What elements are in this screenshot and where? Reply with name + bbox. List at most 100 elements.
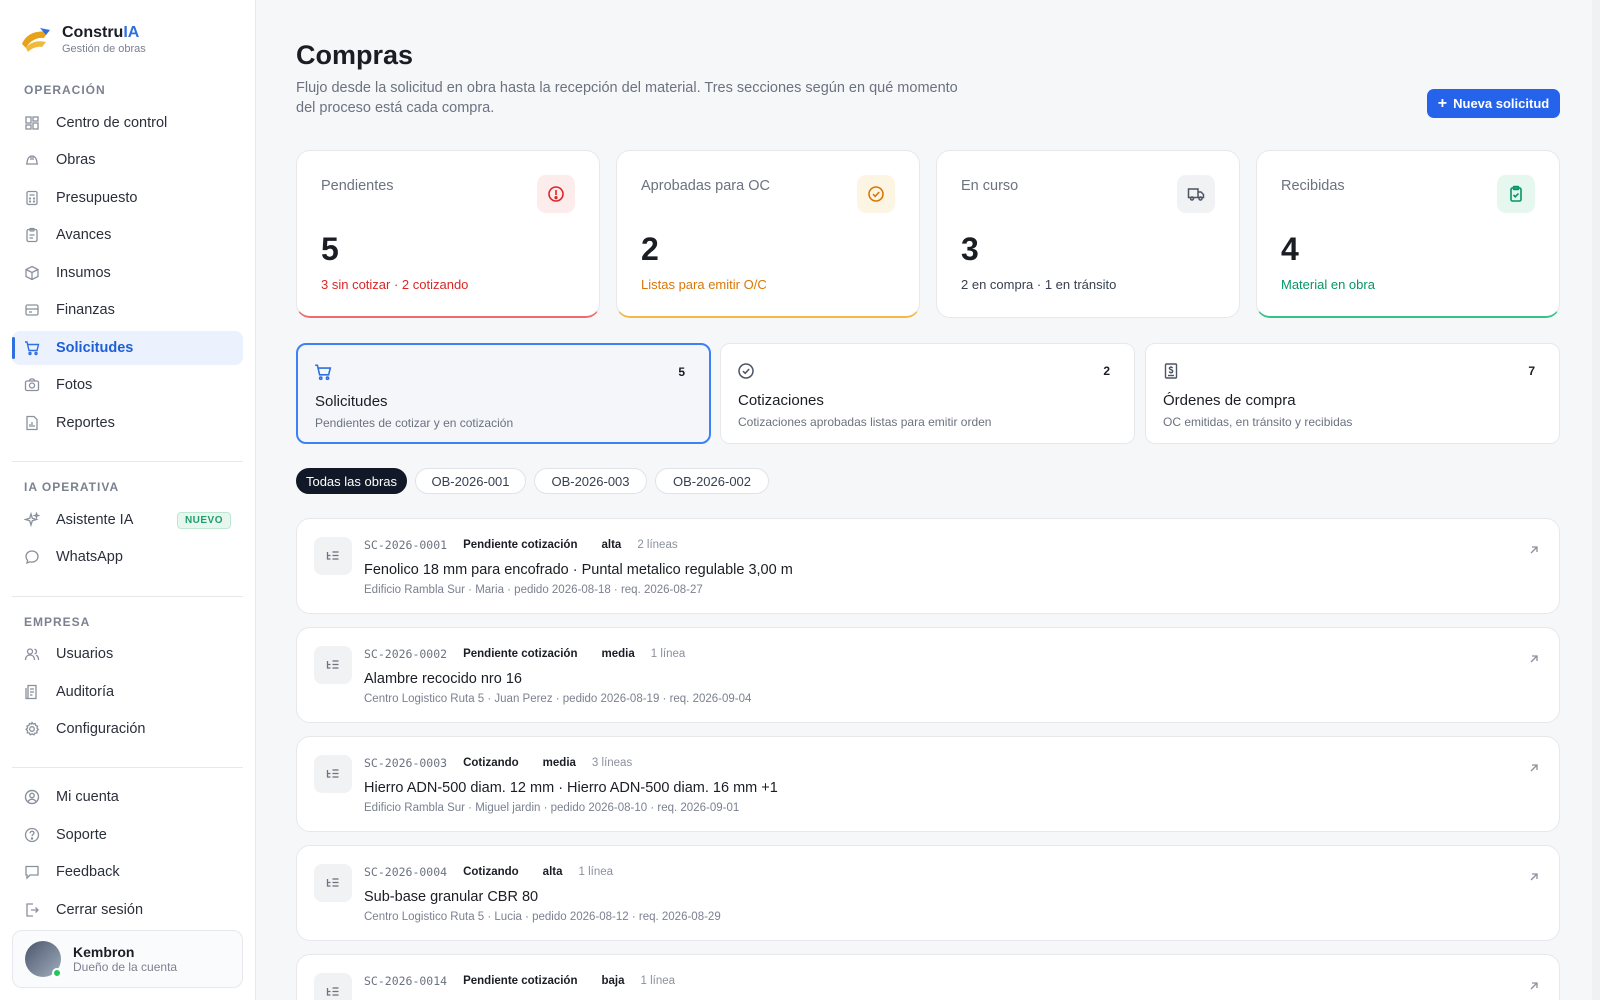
sidebar-item-label: Insumos (56, 265, 111, 281)
stat-subtext: Listas para emitir O/C (641, 277, 767, 292)
sidebar-item-fotos[interactable]: Fotos (12, 368, 243, 402)
new-request-button[interactable]: + Nueva solicitud (1427, 89, 1560, 118)
request-title: Fenolico 18 mm para encofrado · Puntal m… (364, 562, 793, 578)
sidebar-item-label: Cerrar sesión (56, 902, 144, 918)
list-icon (314, 973, 352, 1000)
tab-title: Cotizaciones (738, 392, 824, 409)
tab-solicitudes[interactable]: 5 Solicitudes Pendientes de cotizar y en… (296, 343, 711, 444)
stat-card-aprobadas[interactable]: Aprobadas para OC 2 Listas para emitir O… (616, 150, 920, 318)
sidebar-item-configuracion[interactable]: Configuración (12, 712, 243, 746)
gear-icon (24, 721, 40, 737)
filter-chip-ob-2026-001[interactable]: OB-2026-001 (415, 468, 526, 494)
arrow-up-right-icon[interactable] (1527, 761, 1541, 775)
page-description: Flujo desde la solicitud en obra hasta l… (296, 80, 958, 116)
request-meta: SC-2026-0003 Cotizando media 3 líneas (364, 756, 632, 770)
message-icon (24, 864, 40, 880)
check-circle-icon (857, 175, 895, 213)
list-icon (314, 646, 352, 684)
sidebar-item-feedback[interactable]: Feedback (12, 855, 243, 889)
camera-icon (24, 377, 40, 393)
new-request-button-label: Nueva solicitud (1453, 96, 1550, 111)
audit-icon (24, 684, 40, 700)
request-card[interactable]: SC-2026-0003 Cotizando media 3 líneas Hi… (296, 736, 1560, 832)
tab-subtitle: Pendientes de cotizar y en cotización (315, 416, 514, 430)
sidebar-item-usuarios[interactable]: Usuarios (12, 637, 243, 671)
stat-value: 3 (961, 231, 979, 267)
tab-count: 5 (678, 365, 685, 379)
main-content: Compras Flujo desde la solicitud en obra… (256, 0, 1600, 1000)
stat-label: Aprobadas para OC (641, 178, 770, 194)
section-title-empresa: EMPRESA (24, 615, 91, 629)
tab-title: Solicitudes (315, 393, 388, 410)
sidebar-item-label: Finanzas (56, 302, 115, 318)
sidebar-item-insumos[interactable]: Insumos (12, 256, 243, 290)
sidebar-item-asistente-ia[interactable]: Asistente IA NUEVO (12, 503, 243, 537)
tab-title: Órdenes de compra (1163, 392, 1296, 409)
sidebar-item-presupuesto[interactable]: Presupuesto (12, 181, 243, 215)
sparkle-icon (24, 512, 40, 528)
stat-card-recibidas[interactable]: Recibidas 4 Material en obra (1256, 150, 1560, 318)
request-card[interactable]: SC-2026-0002 Pendiente cotización media … (296, 627, 1560, 723)
sidebar-item-label: Mi cuenta (56, 789, 119, 805)
request-card[interactable]: SC-2026-0014 Pendiente cotización baja 1… (296, 954, 1560, 1000)
request-code: SC-2026-0003 (364, 756, 448, 770)
stat-value: 4 (1281, 231, 1299, 267)
new-badge: NUEVO (176, 511, 231, 529)
list-icon (314, 755, 352, 793)
sidebar-item-label: WhatsApp (56, 549, 123, 565)
request-priority: alta (542, 866, 563, 878)
brand-name: ConstruIA (62, 24, 140, 41)
request-card[interactable]: SC-2026-0001 Pendiente cotización alta 2… (296, 518, 1560, 614)
request-meta: SC-2026-0002 Pendiente cotización media … (364, 647, 685, 661)
sidebar-item-label: Fotos (56, 377, 93, 393)
stat-value: 2 (641, 231, 659, 267)
brand[interactable]: ConstruIA Gestión de obras (18, 22, 146, 58)
request-title: Alambre recocido nro 16 (364, 671, 522, 687)
sidebar-item-whatsapp[interactable]: WhatsApp (12, 540, 243, 574)
request-status: Cotizando (463, 866, 519, 878)
helmet-icon (24, 152, 40, 168)
arrow-up-right-icon[interactable] (1527, 543, 1541, 557)
request-lines: 2 líneas (637, 539, 678, 551)
sidebar-item-finanzas[interactable]: Finanzas (12, 293, 243, 327)
sidebar-item-obras[interactable]: Obras (12, 143, 243, 177)
sidebar: ConstruIA Gestión de obras OPERACIÓN Cen… (0, 0, 256, 1000)
receipt-icon (1162, 362, 1180, 380)
clipboard-icon (24, 227, 40, 243)
cart-icon (314, 363, 332, 381)
filter-chip-todas[interactable]: Todas las obras (296, 468, 407, 494)
sidebar-item-label: Auditoría (56, 684, 115, 700)
filter-chip-ob-2026-003[interactable]: OB-2026-003 (534, 468, 647, 494)
logout-icon (24, 902, 40, 918)
sidebar-item-solicitudes[interactable]: Solicitudes (12, 331, 243, 365)
request-card[interactable]: SC-2026-0004 Cotizando alta 1 línea Sub-… (296, 845, 1560, 941)
alert-icon (537, 175, 575, 213)
scrollbar[interactable] (1592, 0, 1600, 1000)
sidebar-item-mi-cuenta[interactable]: Mi cuenta (12, 780, 243, 814)
stat-card-en-curso[interactable]: En curso 3 2 en compra · 1 en tránsito (936, 150, 1240, 318)
sidebar-item-soporte[interactable]: Soporte (12, 818, 243, 852)
request-lines: 1 línea (650, 648, 686, 660)
tab-subtitle: Cotizaciones aprobadas listas para emiti… (738, 415, 992, 429)
arrow-up-right-icon[interactable] (1527, 870, 1541, 884)
clipboard-check-icon (1497, 175, 1535, 213)
arrow-up-right-icon[interactable] (1527, 652, 1541, 666)
user-card[interactable]: Kembron Dueño de la cuenta (12, 930, 243, 988)
sidebar-item-centro-de-control[interactable]: Centro de control (12, 106, 243, 140)
sidebar-item-cerrar-sesion[interactable]: Cerrar sesión (12, 893, 243, 927)
arrow-up-right-icon[interactable] (1527, 979, 1541, 993)
page-title: Compras (296, 40, 414, 70)
request-lines: 3 líneas (591, 757, 633, 769)
cart-icon (24, 340, 40, 356)
tab-cotizaciones[interactable]: 2 Cotizaciones Cotizaciones aprobadas li… (720, 343, 1135, 444)
sidebar-item-auditoria[interactable]: Auditoría (12, 675, 243, 709)
request-status: Pendiente cotización (463, 539, 578, 551)
sidebar-divider (12, 596, 243, 597)
sidebar-item-label: Configuración (56, 721, 146, 737)
tab-ordenes-de-compra[interactable]: 7 Órdenes de compra OC emitidas, en trán… (1145, 343, 1560, 444)
chat-icon (24, 549, 40, 565)
filter-chip-ob-2026-002[interactable]: OB-2026-002 (655, 468, 769, 494)
sidebar-item-avances[interactable]: Avances (12, 218, 243, 252)
stat-card-pendientes[interactable]: Pendientes 5 3 sin cotizar · 2 cotizando (296, 150, 600, 318)
sidebar-item-reportes[interactable]: Reportes (12, 406, 243, 440)
